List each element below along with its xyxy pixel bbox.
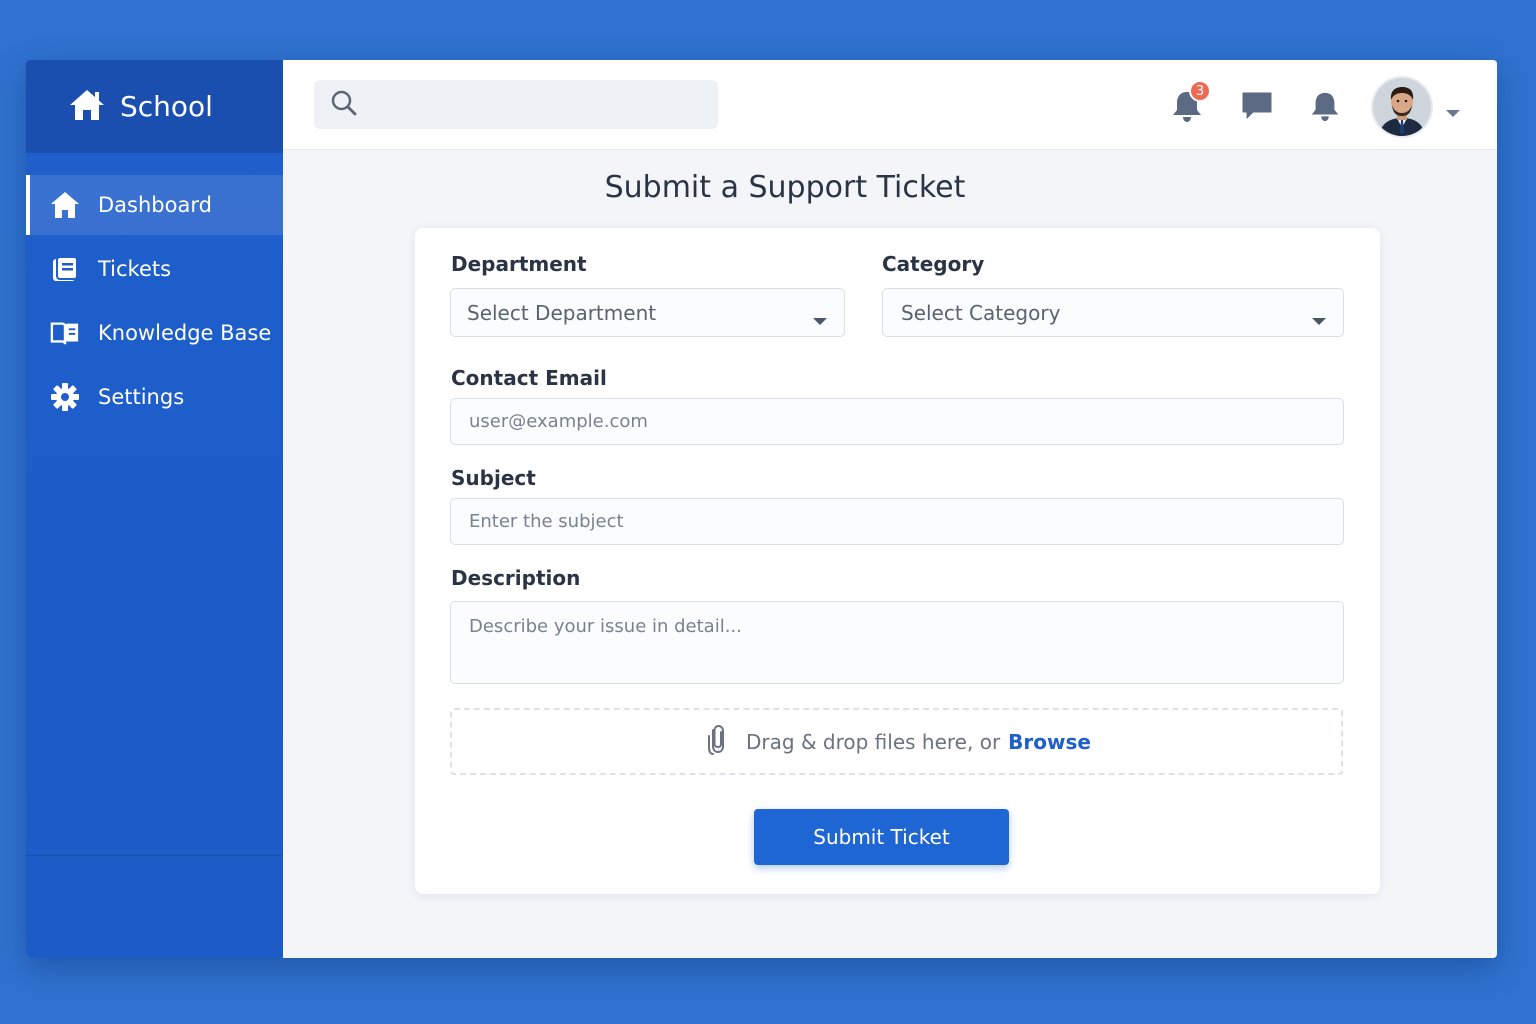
department-select[interactable]: Select Department bbox=[450, 288, 845, 337]
contact-email-label: Contact Email bbox=[451, 366, 607, 390]
sidebar-item-knowledge-base[interactable]: Knowledge Base bbox=[26, 303, 283, 363]
dropzone-text: Drag & drop files here, or bbox=[746, 729, 1001, 754]
subject-label: Subject bbox=[451, 466, 536, 490]
chevron-down-icon bbox=[812, 308, 828, 332]
sidebar-item-label: Knowledge Base bbox=[98, 321, 272, 345]
submit-ticket-button[interactable]: Submit Ticket bbox=[754, 809, 1009, 865]
search-input[interactable] bbox=[370, 94, 710, 115]
home-icon bbox=[50, 190, 80, 220]
app-window: School Dashboard Tickets Knowledge Base bbox=[26, 60, 1497, 958]
contact-email-field[interactable] bbox=[469, 411, 1325, 432]
subject-field-wrap bbox=[450, 498, 1344, 545]
sidebar: School Dashboard Tickets Knowledge Base bbox=[26, 60, 283, 958]
department-label: Department bbox=[451, 252, 587, 276]
file-dropzone[interactable]: Drag & drop files here, or Browse bbox=[450, 708, 1343, 775]
chevron-down-icon bbox=[1311, 308, 1327, 332]
chat-icon bbox=[1240, 90, 1274, 126]
support-ticket-form: Department Select Department Category Se… bbox=[415, 228, 1380, 894]
messages-button[interactable] bbox=[1239, 90, 1275, 126]
home-icon bbox=[68, 88, 106, 126]
alerts-button[interactable] bbox=[1307, 90, 1343, 126]
account-menu-chevron-down-icon[interactable] bbox=[1445, 104, 1461, 123]
sidebar-nav: Dashboard Tickets Knowledge Base Setting… bbox=[26, 175, 283, 427]
page-title: Submit a Support Ticket bbox=[604, 170, 966, 205]
user-avatar-icon bbox=[1373, 78, 1431, 136]
sidebar-item-label: Settings bbox=[98, 385, 185, 409]
category-select[interactable]: Select Category bbox=[882, 288, 1344, 337]
sidebar-item-dashboard[interactable]: Dashboard bbox=[26, 175, 283, 235]
gear-icon bbox=[50, 382, 80, 412]
avatar[interactable] bbox=[1371, 76, 1433, 138]
sidebar-item-label: Tickets bbox=[98, 257, 172, 281]
sidebar-divider bbox=[26, 855, 283, 856]
sidebar-item-settings[interactable]: Settings bbox=[26, 367, 283, 427]
browse-link[interactable]: Browse bbox=[1008, 730, 1091, 754]
ticket-icon bbox=[50, 254, 80, 284]
brand-name: School bbox=[120, 90, 213, 123]
bell-icon bbox=[1309, 90, 1341, 126]
notifications-button[interactable]: 3 bbox=[1169, 80, 1211, 126]
description-field-wrap bbox=[450, 601, 1344, 684]
sidebar-item-tickets[interactable]: Tickets bbox=[26, 239, 283, 299]
contact-email-field-wrap bbox=[450, 398, 1344, 445]
search-bar[interactable] bbox=[314, 80, 718, 129]
search-icon bbox=[330, 89, 358, 121]
subject-field[interactable] bbox=[469, 511, 1325, 532]
brand[interactable]: School bbox=[26, 60, 283, 153]
department-select-value: Select Department bbox=[467, 300, 657, 325]
description-field[interactable] bbox=[469, 616, 1325, 676]
paperclip-icon bbox=[702, 722, 732, 761]
category-label: Category bbox=[882, 252, 985, 276]
category-select-value: Select Category bbox=[901, 300, 1061, 325]
notification-badge: 3 bbox=[1189, 80, 1211, 102]
book-icon bbox=[50, 318, 80, 348]
sidebar-item-label: Dashboard bbox=[98, 193, 212, 217]
description-label: Description bbox=[451, 566, 581, 590]
topbar: 3 bbox=[283, 60, 1497, 150]
